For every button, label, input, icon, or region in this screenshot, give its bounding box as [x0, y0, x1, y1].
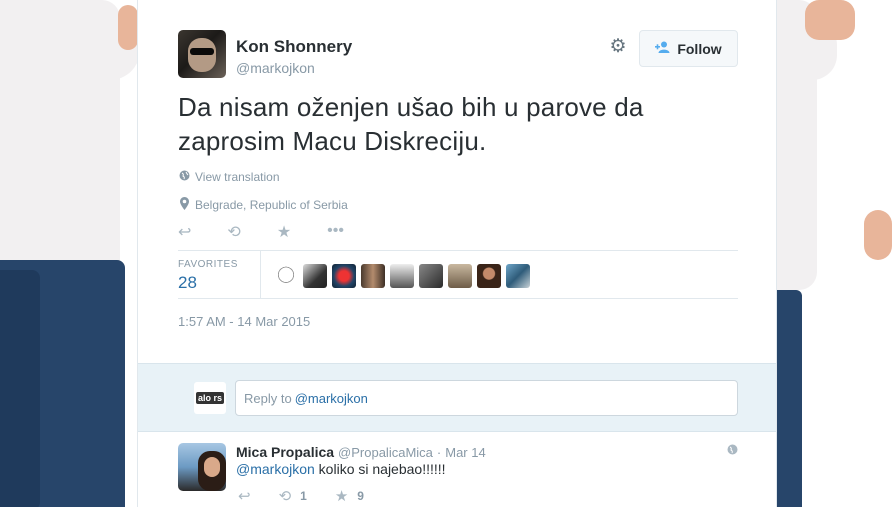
location-label: Belgrade, Republic of Serbia: [195, 198, 348, 212]
favoriter-avatar[interactable]: [274, 264, 298, 288]
favoriters-avatars: [274, 264, 530, 288]
retweet-icon[interactable]: ⟲: [227, 222, 240, 242]
tweet-card: Kon Shonnery @markojkon ⚙ Follow Da nisa…: [137, 0, 777, 507]
favorites-count[interactable]: 28: [178, 273, 197, 293]
tweet-actions: ↩ ⟲ ★ •••: [178, 222, 344, 242]
more-icon[interactable]: •••: [327, 222, 344, 242]
favoriter-avatar[interactable]: [506, 264, 530, 288]
tweet-timestamp[interactable]: 1:57 AM - 14 Mar 2015: [178, 314, 310, 329]
author-handle[interactable]: @markojkon: [236, 60, 315, 76]
reply-author-avatar[interactable]: [178, 443, 226, 491]
view-translation-label: View translation: [195, 170, 280, 184]
reply-separator: ·: [436, 445, 442, 460]
favoriter-avatar[interactable]: [477, 264, 501, 288]
author-avatar[interactable]: [178, 30, 226, 78]
background-person-left: [0, 0, 137, 507]
star-icon[interactable]: ★: [277, 222, 291, 242]
reply-icon[interactable]: ↩: [238, 487, 251, 505]
reply-text: @markojkon koliko si najebao!!!!!!: [236, 461, 446, 477]
background-person-right: [777, 0, 892, 507]
reply-author-name[interactable]: Mica Propalica: [236, 444, 334, 460]
stats-divider: [260, 251, 261, 298]
reply-mention: @markojkon: [294, 390, 368, 406]
favoriter-avatar[interactable]: [448, 264, 472, 288]
tweet-location[interactable]: Belgrade, Republic of Serbia: [178, 197, 348, 213]
tweet-text: Da nisam oženjen ušao bih u parove da za…: [178, 92, 644, 156]
author-name[interactable]: Kon Shonnery: [236, 37, 352, 57]
retweet-count: 1: [300, 489, 307, 503]
view-translation-link[interactable]: View translation: [178, 170, 280, 184]
reply-text-body: koliko si najebao!!!!!!: [314, 461, 446, 477]
globe-icon: [178, 170, 190, 184]
reply-actions: ↩ ⟲ 1 ★ 9: [238, 487, 392, 505]
add-user-icon: [655, 41, 671, 56]
reply-date[interactable]: Mar 14: [445, 445, 485, 460]
favoriter-avatar[interactable]: [332, 264, 356, 288]
reply-author-handle[interactable]: @PropalicaMica: [338, 445, 433, 460]
favoriter-avatar[interactable]: [390, 264, 414, 288]
reply-text-mention[interactable]: @markojkon: [236, 461, 315, 477]
reply-tweet[interactable]: Mica Propalica @PropalicaMica · Mar 14 @…: [138, 432, 776, 507]
favorites-label: FAVORITES: [178, 259, 238, 270]
map-pin-icon: [178, 197, 190, 213]
globe-icon: [727, 444, 738, 458]
reply-box: alo rs Reply to @markojkon: [138, 363, 776, 432]
gear-icon[interactable]: ⚙: [608, 37, 628, 57]
tweet-stats: FAVORITES 28: [178, 250, 738, 299]
favoriter-avatar[interactable]: [419, 264, 443, 288]
favoriter-avatar[interactable]: [303, 264, 327, 288]
current-user-avatar: alo rs: [194, 382, 226, 414]
follow-label: Follow: [677, 40, 722, 57]
favoriter-avatar[interactable]: [361, 264, 385, 288]
reply-icon[interactable]: ↩: [178, 222, 191, 242]
reply-header: Mica Propalica @PropalicaMica · Mar 14: [236, 444, 486, 460]
retweet-icon[interactable]: ⟲: [279, 487, 292, 505]
current-user-avatar-logo: alo rs: [195, 392, 224, 404]
reply-prefix: Reply to: [244, 390, 292, 406]
follow-button[interactable]: Follow: [639, 30, 738, 67]
reply-input[interactable]: Reply to @markojkon: [235, 380, 738, 416]
favorite-count: 9: [357, 489, 364, 503]
star-icon[interactable]: ★: [335, 487, 348, 505]
